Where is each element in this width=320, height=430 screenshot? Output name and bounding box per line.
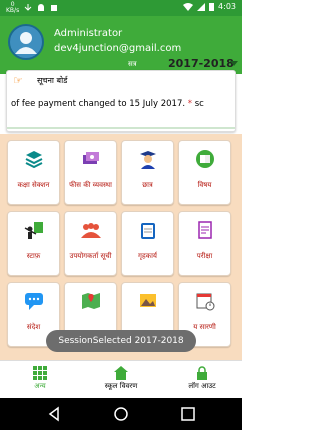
teacher-icon [24, 222, 43, 239]
clock: 4:03 [218, 2, 236, 11]
signal-icon [197, 2, 206, 11]
tile-homework[interactable]: गृहकार्य [121, 211, 174, 276]
chat-icon [24, 293, 43, 310]
tile-user-list[interactable]: उपयोगकर्ता सूची [64, 211, 117, 276]
exam-icon [197, 221, 212, 239]
toast-message: SessionSelected 2017-2018 [46, 330, 196, 352]
circle-home-icon [114, 407, 128, 421]
tile-exam[interactable]: परीक्षा [178, 211, 231, 276]
layers-icon [25, 151, 42, 169]
book-icon [195, 150, 214, 168]
tile-class-section[interactable]: कक्षा सेक्शन [7, 140, 60, 205]
nav-logout[interactable]: लॉग आउट [162, 361, 242, 399]
tile-staff[interactable]: स्टाफ़ [7, 211, 60, 276]
nav-other[interactable]: अन्य [0, 361, 80, 399]
back-icon [48, 406, 59, 422]
notification-icon [51, 5, 58, 11]
gallery-icon [139, 294, 156, 307]
tile-subjects[interactable]: विषय [178, 140, 231, 205]
user-email: dev4junction@gmail.com [54, 43, 182, 54]
home-icon [114, 366, 128, 380]
home-button[interactable] [91, 398, 151, 430]
recents-button[interactable] [158, 398, 218, 430]
wifi-icon [183, 2, 194, 11]
session-label: सत्र [128, 60, 137, 68]
notice-board: ☞ सूचना बोर्ड of fee payment changed to … [6, 70, 236, 132]
clipboard-icon [140, 223, 155, 239]
menu-grid: कक्षा सेक्शन फीस की व्यवस्था छात्र विषय [0, 134, 242, 360]
battery-icon [209, 3, 215, 11]
user-name: Administrator [54, 28, 123, 39]
session-select[interactable]: 2017-2018 [168, 57, 234, 70]
divider [7, 127, 235, 129]
system-navigation-bar [0, 398, 242, 430]
back-button[interactable] [24, 398, 84, 430]
lock-icon [197, 366, 207, 380]
grid-icon [33, 366, 47, 380]
download-icon [24, 4, 32, 11]
graduate-icon [139, 151, 156, 169]
notice-title: सूचना बोर्ड [37, 76, 68, 85]
person-icon [15, 32, 37, 54]
avatar[interactable] [8, 24, 44, 60]
hand-pointer-icon: ☞ [13, 74, 23, 87]
nav-school-details[interactable]: स्कूल विवरण [81, 361, 161, 399]
users-icon [80, 223, 101, 238]
tile-students[interactable]: छात्र [121, 140, 174, 205]
bottom-navigation: अन्य स्कूल विवरण लॉग आउट [0, 360, 242, 398]
android-icon [38, 4, 45, 11]
notice-text: of fee payment changed to 15 July 2017. … [11, 99, 204, 109]
map-icon [81, 293, 100, 309]
profile-header: Administrator dev4junction@gmail.com सत्… [0, 16, 242, 74]
recents-icon [181, 407, 195, 421]
chevron-down-icon[interactable] [230, 61, 238, 66]
network-speed: 0 KB/s [6, 1, 20, 14]
money-icon [82, 152, 99, 164]
status-bar: 0 KB/s 4:03 [0, 0, 242, 16]
calendar-icon [196, 293, 214, 311]
tile-fee-management[interactable]: फीस की व्यवस्था [64, 140, 117, 205]
